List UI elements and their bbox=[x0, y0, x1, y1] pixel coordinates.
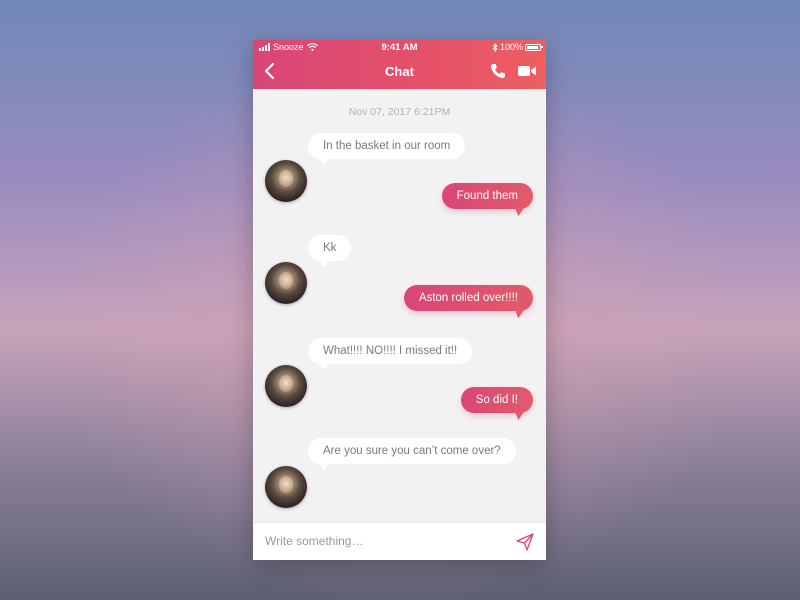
contact-avatar bbox=[265, 466, 307, 508]
battery-percent: 100% bbox=[499, 42, 523, 52]
contact-avatar bbox=[265, 160, 307, 202]
outgoing-message: Aston rolled over!!!! bbox=[403, 285, 533, 311]
incoming-message: Are you sure you can’t come over? bbox=[308, 438, 516, 464]
video-camera-icon[interactable] bbox=[517, 62, 537, 80]
incoming-message: In the basket in our room bbox=[308, 133, 466, 159]
contact-avatar bbox=[265, 262, 307, 304]
conversation-timestamp: Nov 07, 2017 6:21PM bbox=[348, 106, 451, 118]
contact-avatar bbox=[265, 365, 307, 407]
battery-icon bbox=[525, 43, 543, 51]
bluetooth-icon bbox=[492, 42, 498, 52]
battery-group: 100% bbox=[492, 42, 543, 52]
outgoing-message: So did I! bbox=[460, 387, 533, 413]
phone-icon[interactable] bbox=[489, 62, 507, 80]
incoming-message: What!!!! NO!!!! I missed it!! bbox=[308, 338, 473, 364]
incoming-message: Kk bbox=[308, 235, 352, 261]
status-bar: Snooze 9:41 AM 100% bbox=[253, 40, 546, 54]
outgoing-message: Found them bbox=[441, 183, 533, 209]
paper-plane-icon[interactable] bbox=[515, 532, 535, 552]
phone-screen: Snooze 9:41 AM 100% Chat Nov 07, 2017 6:… bbox=[253, 40, 546, 560]
nav-bar: Chat bbox=[253, 58, 546, 86]
chat-header: Snooze 9:41 AM 100% Chat bbox=[253, 40, 546, 89]
message-composer bbox=[253, 522, 546, 560]
message-input[interactable] bbox=[265, 530, 495, 552]
